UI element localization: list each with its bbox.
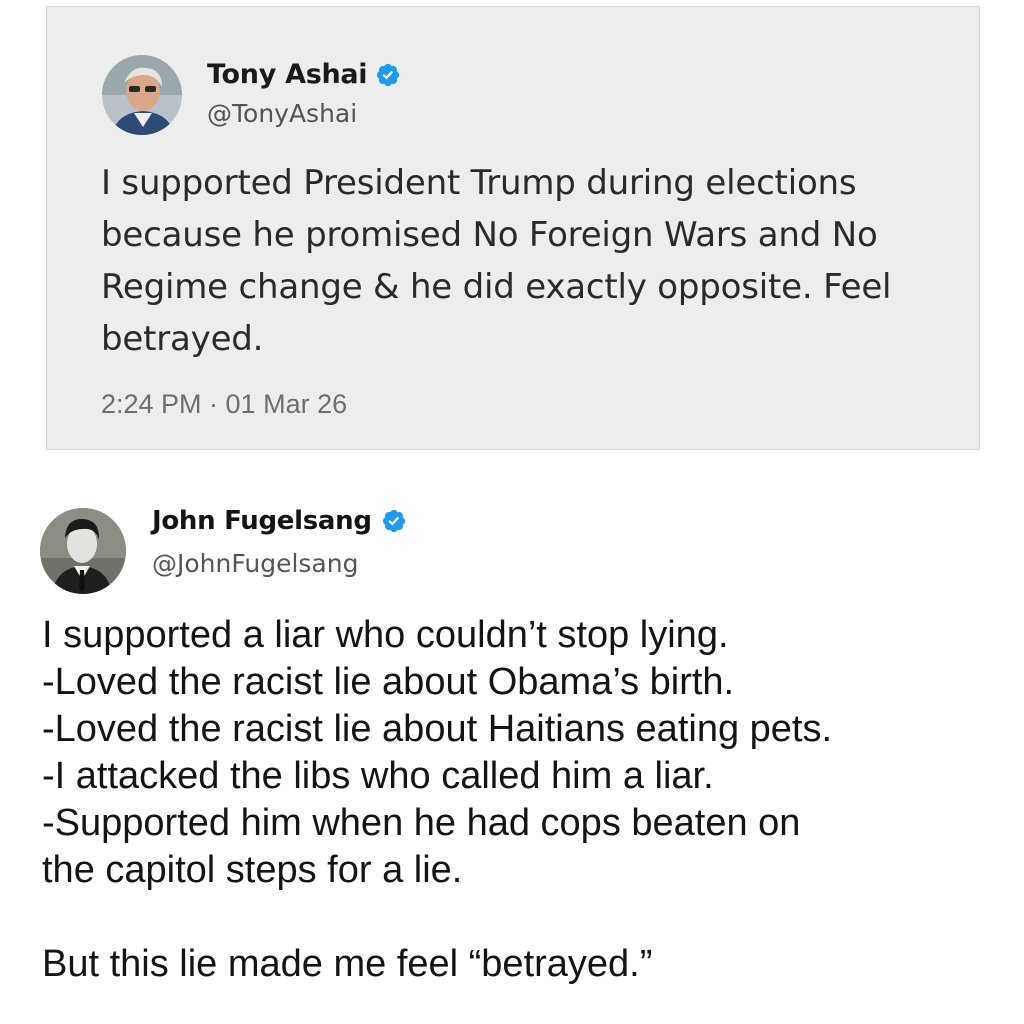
quoted-author-handle[interactable]: @TonyAshai [207, 99, 357, 128]
john-fugelsang-avatar[interactable] [40, 508, 126, 594]
verified-badge-icon [381, 508, 407, 534]
profile-photo-icon [40, 508, 126, 594]
main-tweet-text: I supported a liar who couldn’t stop lyi… [42, 612, 1002, 988]
screenshot-page: Tony Ashai @TonyAshai I supported Presid… [0, 0, 1024, 1024]
tweet-line: -Loved the racist lie about Obama’s birt… [42, 661, 735, 703]
quoted-author-row: Tony Ashai [207, 59, 401, 90]
tweet-line: I supported a liar who couldn’t stop lyi… [42, 614, 729, 656]
quoted-author-name[interactable]: Tony Ashai [207, 59, 368, 90]
verified-badge-icon [375, 62, 401, 88]
quoted-tweet-card[interactable]: Tony Ashai @TonyAshai I supported Presid… [46, 6, 980, 450]
tweet-line: the capitol steps for a lie. [42, 849, 463, 891]
tweet-line: -Supported him when he had cops beaten o… [42, 802, 801, 844]
tweet-closing-line: But this lie made me feel “betrayed.” [42, 943, 653, 985]
tweet-line: -Loved the racist lie about Haitians eat… [42, 708, 833, 750]
main-author-handle[interactable]: @JohnFugelsang [152, 549, 358, 578]
main-author-row: John Fugelsang [152, 506, 407, 536]
tony-ashai-avatar[interactable] [102, 55, 182, 135]
main-author-name[interactable]: John Fugelsang [152, 506, 372, 536]
tweet-line: -I attacked the libs who called him a li… [42, 755, 714, 797]
quoted-tweet-timestamp[interactable]: 2:24 PM · 01 Mar 26 [101, 389, 347, 420]
quoted-tweet-text: I supported President Trump during elect… [101, 163, 892, 359]
profile-photo-icon [102, 55, 182, 135]
